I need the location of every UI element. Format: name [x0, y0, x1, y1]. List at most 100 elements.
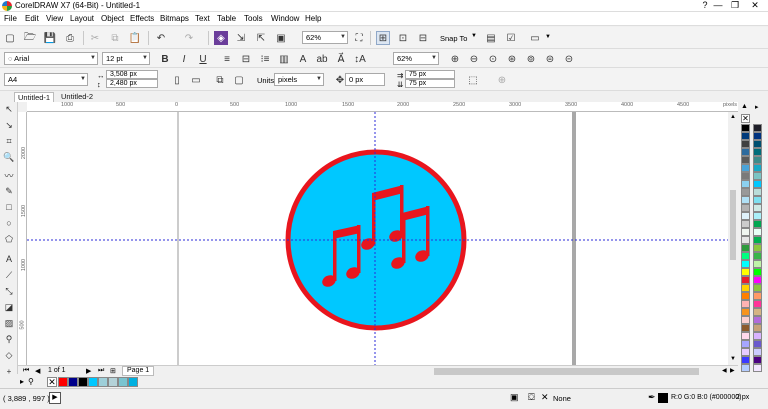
underline-icon[interactable]: U	[196, 52, 210, 66]
palette-swatch[interactable]	[753, 260, 762, 268]
treat-as-filled-icon[interactable]: ⬚	[466, 73, 480, 87]
crop-tool-icon[interactable]: ⌗	[2, 134, 16, 148]
artistic-media-icon[interactable]: ✎	[2, 184, 16, 198]
palette-swatch[interactable]	[741, 132, 750, 140]
document-palette-swatch[interactable]	[78, 377, 88, 387]
palette-swatch[interactable]	[741, 140, 750, 148]
ellipse-tool-icon[interactable]: ○	[2, 216, 16, 230]
view-grid-icon[interactable]: ⊡	[396, 31, 410, 45]
palette-swatch[interactable]	[741, 236, 750, 244]
zoom-tool-icon[interactable]: 🔍	[2, 150, 16, 164]
pick-tool-icon[interactable]: ↖	[2, 102, 16, 116]
palette-swatch[interactable]	[753, 284, 762, 292]
print-icon[interactable]: ⎙	[63, 31, 77, 45]
palette-swatch[interactable]	[753, 132, 762, 140]
palette-swatch[interactable]	[741, 356, 750, 364]
guidelines-icon[interactable]: ⊟	[416, 31, 430, 45]
welcome-screen-icon[interactable]: ▭	[528, 31, 542, 45]
palette-swatch[interactable]	[753, 228, 762, 236]
menu-tools[interactable]: Tools	[244, 14, 263, 23]
document-palette-swatch[interactable]	[58, 377, 68, 387]
redo-icon[interactable]: ↷	[182, 31, 196, 45]
tab-untitled-2[interactable]: Untitled-2	[58, 92, 96, 102]
page-size-select[interactable]: A4 ▼	[4, 73, 88, 86]
options-icon[interactable]: ▤	[484, 31, 498, 45]
add-tool-icon[interactable]: +	[2, 364, 16, 378]
palette-swatch[interactable]	[741, 156, 750, 164]
text-frame-icon[interactable]: ⊟	[239, 52, 253, 66]
menu-text[interactable]: Text	[195, 14, 210, 23]
zoom-page-width-icon[interactable]: ⊜	[543, 52, 557, 66]
document-palette-swatch[interactable]	[128, 377, 138, 387]
zoom-in-icon[interactable]: ⊕	[448, 52, 462, 66]
menu-edit[interactable]: Edit	[25, 14, 39, 23]
zoom-levels-select[interactable]: 62% ▼	[393, 52, 439, 65]
palette-swatch[interactable]	[753, 180, 762, 188]
current-page-icon[interactable]: ▢	[232, 73, 246, 87]
snap-to-dropdown[interactable]: Snap To	[440, 34, 467, 43]
application-launcher-icon[interactable]: ☑	[504, 31, 518, 45]
horizontal-ruler[interactable]: 1000 500 0 500 1000 1500 2000 2500 3000 …	[27, 102, 738, 112]
palette-menu-icon[interactable]: ▸	[755, 103, 759, 111]
zoom-all-objects-icon[interactable]: ⊛	[505, 52, 519, 66]
palette-swatch[interactable]	[753, 316, 762, 324]
palette-swatch[interactable]	[753, 212, 762, 220]
next-page-icon[interactable]: ▶	[86, 367, 91, 375]
snap-to-chevron-icon[interactable]: ▼	[471, 33, 477, 39]
palette-swatch[interactable]	[741, 196, 750, 204]
palette-swatch[interactable]	[741, 260, 750, 268]
palette-swatch[interactable]	[741, 324, 750, 332]
document-palette-swatch[interactable]	[98, 377, 108, 387]
palette-swatch[interactable]	[741, 284, 750, 292]
palette-swatch[interactable]	[753, 308, 762, 316]
undo-icon[interactable]: ↶	[154, 31, 168, 45]
launcher-chevron-icon[interactable]: ▼	[545, 34, 551, 40]
palette-swatch[interactable]	[741, 340, 750, 348]
document-palette-swatch[interactable]	[68, 377, 78, 387]
copy-icon[interactable]: ⧉	[108, 31, 122, 45]
duplicate-distance-y-field[interactable]: 75 px	[405, 79, 455, 88]
connector-tool-icon[interactable]: ⤡	[2, 284, 16, 298]
menu-table[interactable]: Table	[217, 14, 236, 23]
font-size-select[interactable]: 12 pt ▼	[102, 52, 150, 65]
vertical-ruler[interactable]: 2000 1500 1000 500	[18, 112, 27, 365]
document-palette-swatch[interactable]	[118, 377, 128, 387]
drawing-canvas[interactable]	[27, 112, 728, 365]
zoom-selected-icon[interactable]: ⊙	[486, 52, 500, 66]
text-tool-icon[interactable]: A	[2, 252, 16, 266]
add-preset-icon[interactable]: ⊕	[495, 73, 509, 87]
export-icon[interactable]: ⇱	[254, 31, 268, 45]
menu-file[interactable]: File	[4, 14, 17, 23]
zoom-page-height-icon[interactable]: ⊝	[562, 52, 576, 66]
palette-swatch[interactable]	[753, 276, 762, 284]
doc-no-color-swatch[interactable]: ✕	[47, 377, 57, 387]
palette-swatch[interactable]	[753, 332, 762, 340]
palette-swatch[interactable]	[741, 164, 750, 172]
palette-swatch[interactable]	[753, 220, 762, 228]
landscape-icon[interactable]: ▭	[189, 73, 203, 87]
palette-swatch[interactable]	[741, 276, 750, 284]
last-page-icon[interactable]: ⏭	[98, 367, 104, 375]
paste-icon[interactable]: 📋	[128, 31, 142, 45]
palette-swatch[interactable]	[741, 172, 750, 180]
bullets-icon[interactable]: ⁝≡	[258, 52, 272, 66]
search-content-icon[interactable]: ◈	[214, 31, 228, 45]
menu-view[interactable]: View	[46, 14, 63, 23]
palette-swatch[interactable]	[741, 300, 750, 308]
palette-swatch[interactable]	[741, 124, 750, 132]
page-height-field[interactable]: 2,480 px	[106, 79, 158, 88]
full-screen-icon[interactable]: ⛶	[352, 31, 366, 45]
vertical-scrollbar[interactable]: ▲ ▼	[728, 112, 738, 365]
menu-layout[interactable]: Layout	[70, 14, 94, 23]
text-properties-icon[interactable]: A	[296, 52, 310, 66]
palette-swatch[interactable]	[753, 164, 762, 172]
zoom-level-select[interactable]: 62% ▼	[302, 31, 348, 44]
menu-effects[interactable]: Effects	[130, 14, 154, 23]
palette-swatch[interactable]	[753, 252, 762, 260]
first-page-icon[interactable]: ⏮	[23, 367, 29, 375]
italic-icon[interactable]: I	[177, 52, 191, 66]
palette-swatch[interactable]	[741, 332, 750, 340]
scroll-right-icon[interactable]: ▶	[730, 367, 735, 374]
palette-swatch[interactable]	[741, 180, 750, 188]
menu-object[interactable]: Object	[101, 14, 124, 23]
